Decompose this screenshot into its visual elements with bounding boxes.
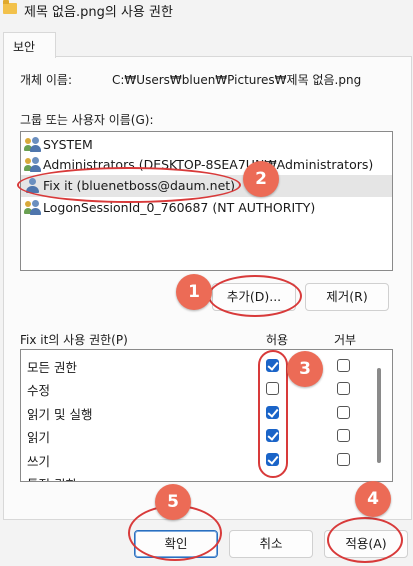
permission-row: 쓰기 [21,447,376,471]
allow-header: 허용 [266,333,289,347]
remove-button[interactable]: 제거(R) [305,283,389,311]
deny-checkbox[interactable] [337,406,350,419]
window-title: 제목 없음.png의 사용 권한 [24,5,173,20]
group-users-icon [24,200,41,216]
deny-header: 거부 [334,333,357,347]
permissions-label: Fix it의 사용 권한(P) [20,333,128,347]
deny-checkbox[interactable] [337,359,350,372]
annotation-ring [208,275,302,317]
deny-checkbox[interactable] [337,382,350,395]
annotation-badge: 4 [355,481,391,517]
annotation-ring [17,167,241,203]
list-item[interactable]: SYSTEM [21,134,392,156]
group-user-list[interactable]: SYSTEM Administrators (DESKTOP-8SEA7UN₩A… [20,131,393,271]
object-name-label: 개체 이름: [20,73,73,87]
permissions-list: 모든 권한 수정 읽기 및 실행 읽기 쓰기 특정 권한 [20,349,393,482]
group-users-icon [24,137,41,153]
tab-security[interactable]: 보안 [3,32,56,58]
permission-row: 특정 권한 [21,470,376,481]
permission-row: 수정 [21,376,376,400]
groups-label: 그룹 또는 사용자 이름(G): [20,113,154,127]
deny-checkbox[interactable] [337,429,350,442]
deny-checkbox[interactable] [337,453,350,466]
title-bar: 제목 없음.png의 사용 권한 [0,0,413,24]
annotation-badge: 5 [155,484,191,520]
cancel-button[interactable]: 취소 [229,530,313,558]
annotation-badge: 3 [287,351,323,387]
annotation-ring [258,350,288,478]
permission-row: 읽기 및 실행 [21,400,376,424]
tab-label: 보안 [13,40,36,54]
object-name-value: C:₩Users₩bluen₩Pictures₩제목 없음.png [112,73,362,87]
group-users-icon [24,157,41,173]
permission-row: 읽기 [21,423,376,447]
annotation-ring [327,517,403,563]
permission-row: 모든 권한 [21,353,376,377]
permissions-scrollbar[interactable] [377,368,381,463]
annotation-badge: 2 [243,161,279,197]
annotation-badge: 1 [176,274,212,310]
folder-icon [3,0,17,14]
